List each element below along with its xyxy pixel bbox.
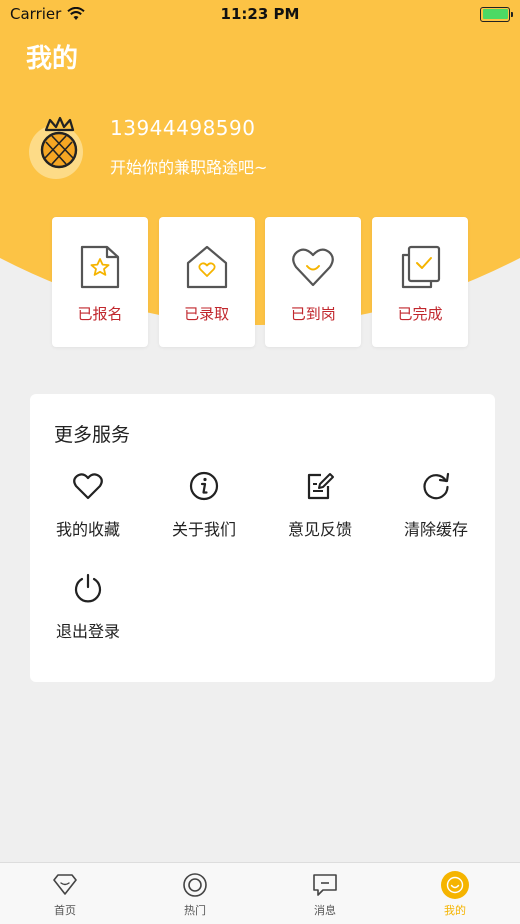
carrier-label: Carrier — [10, 5, 62, 23]
info-icon — [189, 471, 219, 501]
tab-home[interactable]: 首页 — [0, 863, 130, 924]
tab-profile[interactable]: 我的 — [390, 863, 520, 924]
service-label: 退出登录 — [55, 622, 120, 641]
doc-star-icon — [80, 245, 120, 289]
tab-label: 首页 — [54, 904, 76, 917]
card-completed[interactable]: 已完成 — [371, 217, 468, 347]
heart-icon — [73, 473, 103, 500]
service-about-us[interactable]: 关于我们 — [146, 464, 262, 544]
service-label: 我的收藏 — [55, 520, 120, 539]
card-label: 已到岗 — [290, 305, 336, 323]
service-label: 关于我们 — [171, 520, 236, 539]
refresh-icon — [423, 472, 450, 500]
service-feedback[interactable]: 意见反馈 — [262, 464, 378, 544]
home-diamond-icon — [53, 874, 77, 895]
tab-label: 热门 — [184, 904, 206, 917]
house-heart-icon — [186, 245, 227, 289]
user-phone: 13944498590 — [110, 116, 256, 140]
tab-label: 我的 — [444, 904, 466, 917]
power-icon — [74, 573, 102, 603]
tab-messages[interactable]: 消息 — [260, 863, 390, 924]
bottom-tab-bar: 首页 热门 消息 我的 — [0, 862, 520, 924]
service-label: 意见反馈 — [287, 520, 352, 539]
profile-slogan: 开始你的兼职路途吧~ — [110, 158, 268, 177]
service-label: 清除缓存 — [403, 520, 468, 539]
doc-check-icon — [401, 245, 441, 289]
service-clear-cache[interactable]: 清除缓存 — [378, 464, 494, 544]
hot-circle-icon — [183, 873, 207, 897]
more-services-panel: 更多服务 我的收藏 关于我们 意见反馈 清除缓存 退出登录 — [30, 394, 495, 682]
tab-hot[interactable]: 热门 — [130, 863, 260, 924]
tab-label: 消息 — [314, 904, 336, 917]
page-title: 我的 — [26, 44, 79, 74]
status-bar: Carrier 11:23 PM — [0, 0, 520, 28]
card-onboarded[interactable]: 已到岗 — [265, 217, 362, 347]
application-status-cards: 已报名 已录取 已到岗 已完成 — [52, 217, 468, 347]
card-admitted[interactable]: 已录取 — [158, 217, 255, 347]
feedback-edit-icon — [307, 473, 334, 500]
message-icon — [313, 874, 337, 896]
services-title: 更多服务 — [54, 424, 131, 446]
wifi-icon — [67, 7, 85, 20]
heart-smile-icon — [292, 248, 335, 287]
card-label: 已录取 — [184, 305, 230, 323]
battery-icon — [480, 6, 513, 22]
avatar-pineapple-icon[interactable] — [26, 114, 92, 180]
service-logout[interactable]: 退出登录 — [30, 566, 146, 646]
service-favorites[interactable]: 我的收藏 — [30, 464, 146, 544]
card-label: 已完成 — [397, 305, 443, 323]
profile-smile-icon — [441, 871, 469, 899]
card-label: 已报名 — [77, 305, 123, 323]
card-registered[interactable]: 已报名 — [52, 217, 148, 347]
